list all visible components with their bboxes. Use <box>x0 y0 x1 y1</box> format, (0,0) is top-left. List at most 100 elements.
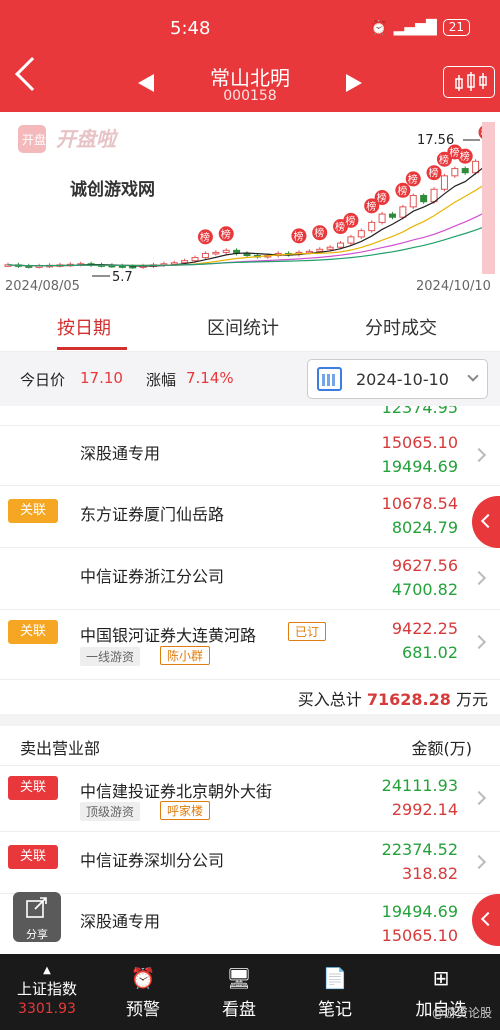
status-time: 5:48 <box>170 18 211 39</box>
change-value: 7.14% <box>186 369 234 387</box>
candle-body <box>388 213 396 218</box>
tab-intraday-trades[interactable]: 分时成交 <box>365 314 437 340</box>
signal-icon: ▂▄▆█ <box>393 19 437 36</box>
battery-icon: 21 <box>442 19 470 36</box>
nav-alert-label: 预警 <box>126 1000 160 1020</box>
candle-body <box>201 252 209 259</box>
stock-name: 常山北明 <box>210 66 290 90</box>
kline-chart[interactable]: 开盘 开盘啦 诚创游戏网 榜榜榜榜榜榜榜榜榜榜榜榜榜榜榜 17.56 5.7 2… <box>0 112 500 302</box>
buy-amount: 10678.54 <box>381 494 458 513</box>
nav-alert[interactable]: ⏰ 预警 <box>98 964 188 1020</box>
chevron-right-icon <box>471 854 487 870</box>
candle-body <box>191 257 199 262</box>
nav-watch-label: 看盘 <box>222 1000 256 1020</box>
date-end: 2024/10/10 <box>416 279 491 294</box>
chevron-right-icon <box>471 447 487 463</box>
related-badge[interactable]: 关联 <box>8 499 58 523</box>
list-item[interactable]: 中信证券浙江分公司 9627.56 4700.82 <box>0 548 500 610</box>
candle-body <box>212 251 220 255</box>
rank-marker-label: 榜 <box>366 200 376 213</box>
related-badge[interactable]: 关联 <box>8 620 58 644</box>
change-label: 涨幅 <box>146 371 177 389</box>
next-stock-button[interactable] <box>346 74 362 92</box>
watermark-site: 诚创游戏网 <box>70 179 155 200</box>
candle-body <box>472 160 480 174</box>
row-value-2: 12374.95 <box>381 406 458 417</box>
buy-total-unit: 万元 <box>455 690 488 709</box>
today-price-value: 17.10 <box>80 369 123 387</box>
seat-name: 中信证券浙江分公司 <box>80 567 225 586</box>
buy-amount: 318.82 <box>402 864 458 883</box>
related-badge[interactable]: 关联 <box>8 776 58 800</box>
calendar-icon <box>317 367 342 391</box>
high-price-label: 17.56 <box>417 133 454 148</box>
tab-by-date[interactable]: 按日期 <box>57 314 111 340</box>
sell-amount: 19494.69 <box>381 902 458 921</box>
tab-range-stats[interactable]: 区间统计 <box>207 314 279 340</box>
seat-name: 中信证券深圳分公司 <box>80 851 225 870</box>
rank-marker-label: 榜 <box>221 228 231 241</box>
seat-name: 东方证券厦门仙岳路 <box>80 505 225 524</box>
trader-type-tag: 一线游资 <box>80 647 141 666</box>
rank-marker-label: 榜 <box>460 150 470 163</box>
buy-total-label: 买入总计 <box>297 690 362 709</box>
sell-amount: 24111.93 <box>381 776 458 795</box>
rank-marker-label: 榜 <box>200 231 210 244</box>
date-start: 2024/08/05 <box>5 279 80 294</box>
buy-total-row: 买入总计 71628.28 万元 <box>0 680 500 714</box>
buy-amount: 9627.56 <box>391 556 458 575</box>
alarm-icon: ⏰ <box>370 19 388 36</box>
list-item[interactable]: 关联 中信建投证券北京朝外大街 顶级游资 呼家楼 24111.93 2992.1… <box>0 766 500 832</box>
share-label: 分享 <box>26 928 48 941</box>
trader-name-tag[interactable]: 呼家楼 <box>160 801 211 820</box>
nav-index-label: 上证指数 <box>16 980 77 998</box>
candle-body <box>461 168 469 174</box>
credit-watermark: @游资论股 <box>431 1006 492 1020</box>
candles <box>4 146 490 269</box>
plus-square-icon: ⊞ <box>432 966 450 990</box>
buy-total: 买入总计 71628.28 万元 <box>298 686 488 710</box>
active-tab-indicator <box>57 347 127 350</box>
status-icons: ⏰ ▂▄▆█ 21 <box>370 19 470 36</box>
nav-watch[interactable]: 🖥 看盘 <box>194 964 284 1020</box>
logo-mark-text: 开盘 <box>22 132 46 147</box>
tab-bar: 按日期 区间统计 分时成交 <box>0 302 500 352</box>
today-highlight <box>482 122 495 274</box>
candle-body <box>326 246 334 250</box>
candle-body <box>409 194 417 208</box>
list-item[interactable]: 12374.95 <box>0 406 500 426</box>
sell-amount: 4700.82 <box>391 580 458 599</box>
list-item[interactable]: 关联 中信证券深圳分公司 22374.52 318.82 <box>0 832 500 894</box>
share-button[interactable]: 分享 <box>13 892 61 942</box>
candle-body <box>440 175 448 190</box>
list-item[interactable]: 关联 东方证券厦门仙岳路 10678.54 8024.79 <box>0 486 500 548</box>
candle-body <box>129 265 137 269</box>
buy-amount: 9422.25 <box>391 619 458 638</box>
share-icon <box>26 897 47 918</box>
list-item[interactable]: 关联 中国银河证券大连黄河路 已订 一线游资 陈小群 9422.25 681.0… <box>0 610 500 680</box>
list-item[interactable]: 深股通专用 19494.69 15065.10 <box>0 894 500 954</box>
triangle-up-icon: ▲ <box>43 965 51 976</box>
stock-code: 000158 <box>223 88 277 104</box>
chevron-right-icon <box>471 790 487 806</box>
bottom-nav: ▲ 上证指数 3301.93 ⏰ 预警 🖥 看盘 📄 笔记 ⊞ 加自选 @游资论… <box>0 954 500 1030</box>
rank-marker-label: 榜 <box>293 230 303 243</box>
index-value: 3301.93 <box>18 1001 76 1017</box>
subscribed-tag[interactable]: 已订 <box>288 622 327 641</box>
sell-section-header: 卖出营业部 金额(万) <box>0 726 500 766</box>
candlestick-icon <box>455 72 487 91</box>
nav-notes[interactable]: 📄 笔记 <box>290 964 380 1020</box>
trader-type-tag: 顶级游资 <box>80 802 141 821</box>
rank-marker-label: 榜 <box>439 153 449 166</box>
date-picker[interactable]: 2024-10-10 <box>307 359 488 399</box>
monitor-icon: 🖥 <box>226 966 252 990</box>
watermark-logo: 开盘啦 <box>56 127 119 151</box>
seat-name: 中信建投证券北京朝外大街 <box>80 782 273 801</box>
candle-body <box>222 249 230 253</box>
related-badge[interactable]: 关联 <box>8 845 58 869</box>
candle-body <box>399 206 407 218</box>
list-item[interactable]: 深股通专用 15065.10 19494.69 <box>0 426 500 486</box>
trader-name-tag[interactable]: 陈小群 <box>160 646 211 665</box>
kline-toggle-button[interactable] <box>443 66 495 98</box>
nav-index[interactable]: ▲ 上证指数 3301.93 <box>2 964 92 1017</box>
